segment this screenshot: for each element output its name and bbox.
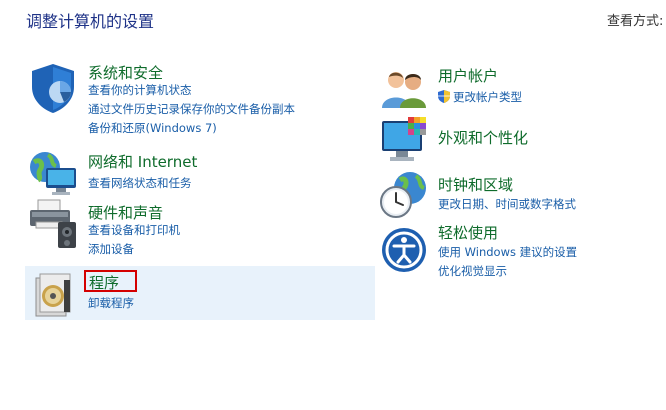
highlight-box <box>84 270 137 292</box>
link-devices-printers[interactable]: 查看设备和打印机 <box>88 222 180 238</box>
category-user-accounts[interactable]: 用户帐户 <box>438 65 498 86</box>
network-globe-icon[interactable] <box>28 150 78 200</box>
clock-globe-icon[interactable] <box>378 170 430 222</box>
page-title: 调整计算机的设置 <box>26 12 155 31</box>
link-add-device[interactable]: 添加设备 <box>88 241 134 257</box>
printer-icon[interactable] <box>28 198 78 254</box>
category-appearance-personalization[interactable]: 外观和个性化 <box>438 127 528 148</box>
view-by-label[interactable]: 查看方式: <box>607 10 663 29</box>
programs-hover-highlight <box>25 266 375 320</box>
link-change-account-type-label: 更改帐户类型 <box>453 90 522 104</box>
link-file-history[interactable]: 通过文件历史记录保存你的文件备份副本 <box>88 101 295 117</box>
link-change-account-type[interactable]: 更改帐户类型 <box>438 89 522 105</box>
ease-of-access-icon[interactable] <box>380 226 428 278</box>
monitor-palette-icon[interactable] <box>380 115 432 169</box>
shield-icon[interactable] <box>28 62 78 118</box>
link-change-date-time-format[interactable]: 更改日期、时间或数字格式 <box>438 196 576 212</box>
programs-disc-icon[interactable] <box>34 272 74 322</box>
uac-shield-icon <box>438 90 450 103</box>
category-ease-of-access[interactable]: 轻松使用 <box>438 222 498 243</box>
link-optimize-visual-display[interactable]: 优化视觉显示 <box>438 263 507 279</box>
category-hardware-sound[interactable]: 硬件和声音 <box>88 202 163 223</box>
category-network-internet[interactable]: 网络和 Internet <box>88 151 197 172</box>
link-recommended-settings[interactable]: 使用 Windows 建议的设置 <box>438 244 577 260</box>
users-icon[interactable] <box>380 68 430 112</box>
link-view-computer-status[interactable]: 查看你的计算机状态 <box>88 82 192 98</box>
link-backup-restore[interactable]: 备份和还原(Windows 7) <box>88 120 217 136</box>
link-view-network-status[interactable]: 查看网络状态和任务 <box>88 175 192 191</box>
link-uninstall-program[interactable]: 卸载程序 <box>88 295 134 311</box>
category-clock-region[interactable]: 时钟和区域 <box>438 174 513 195</box>
category-system-security[interactable]: 系统和安全 <box>88 62 163 83</box>
